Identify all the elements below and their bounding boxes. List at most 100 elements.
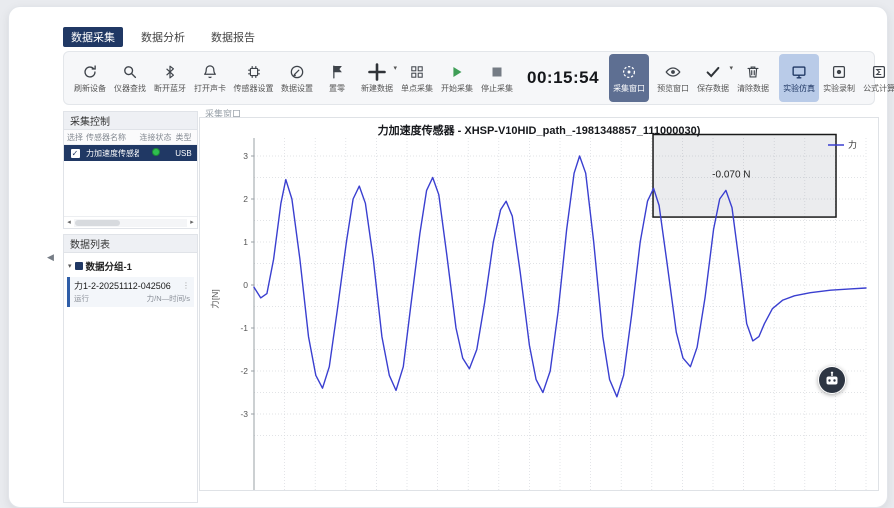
disconnect-bluetooth-button[interactable]: 断开蓝牙 — [150, 54, 190, 102]
bell-icon — [201, 62, 219, 81]
data-item-title: 力1-2-20251112-042506 — [74, 279, 171, 292]
data-item-axes: 力/N—时间/s — [147, 293, 190, 304]
group-folder-icon — [75, 262, 83, 270]
new-data-button[interactable]: ▾ 新建数据 — [357, 54, 397, 102]
tab-data-collect[interactable]: 数据采集 — [63, 27, 123, 47]
single-point-button[interactable]: 单点采集 — [397, 54, 437, 102]
column-select: 选择 — [64, 132, 86, 143]
toolbar-button-label: 清除数据 — [737, 83, 769, 94]
data-tree: ▾ 数据分组-1 力1-2-20251112-042506 ⋮ 运行 力/N—时… — [64, 253, 197, 308]
column-connect-status: 连接状态 — [139, 132, 172, 143]
find-device-button[interactable]: 仪器查找 — [110, 54, 150, 102]
sidebar-collapse-arrow[interactable]: ◀ — [47, 253, 54, 262]
flag-icon — [328, 62, 346, 81]
toolbar-button-label: 新建数据 — [361, 83, 393, 94]
svg-text:0: 0 — [243, 280, 248, 290]
sensor-row[interactable]: ✓ 力加速度传感器 USB — [64, 145, 197, 161]
eye-icon — [664, 62, 682, 81]
svg-text:3: 3 — [243, 151, 248, 161]
scrollbar-thumb[interactable] — [75, 220, 120, 226]
experiment-simulate-button[interactable]: 实验仿真 — [779, 54, 819, 102]
open-soundcard-button[interactable]: 打开声卡 — [190, 54, 230, 102]
sensor-table-empty-area — [64, 161, 197, 216]
item-more-icon[interactable]: ⋮ — [182, 281, 190, 290]
toolbar-button-label: 断开蓝牙 — [154, 83, 186, 94]
toolbar-button-label: 保存数据 — [697, 83, 729, 94]
stop-icon — [488, 62, 506, 81]
formula-icon — [870, 62, 888, 81]
scroll-left-icon[interactable]: ◂ — [64, 218, 74, 228]
data-settings-button[interactable]: 数据设置 — [277, 54, 317, 102]
toolbar-button-label: 开始采集 — [441, 83, 473, 94]
assistant-fab[interactable] — [818, 366, 846, 394]
waveform-chart[interactable]: 3 2 1 0 -1 -2 -3 力[N] -0.070 N 力 — [200, 118, 878, 490]
refresh-device-button[interactable]: 刷新设备 — [70, 54, 110, 102]
sensor-table-hscrollbar[interactable]: ◂ ▸ — [64, 216, 197, 228]
scroll-right-icon[interactable]: ▸ — [187, 218, 197, 228]
save-data-button[interactable]: ▾ 保存数据 — [693, 54, 733, 102]
toolbar-button-label: 实验仿真 — [783, 83, 815, 94]
toolbar-button-label: 置零 — [329, 83, 345, 94]
toolbar-button-label: 传感器设置 — [234, 83, 274, 94]
preview-window-button[interactable]: 预览窗口 — [653, 54, 693, 102]
tab-data-analysis[interactable]: 数据分析 — [133, 27, 193, 47]
data-settings-icon — [288, 62, 306, 81]
sensor-settings-button[interactable]: 传感器设置 — [230, 54, 277, 102]
stop-collect-button[interactable]: 停止采集 — [477, 54, 517, 102]
data-list-item[interactable]: 力1-2-20251112-042506 ⋮ 运行 力/N—时间/s — [67, 277, 194, 307]
refresh-icon — [81, 62, 99, 81]
acquisition-timer: 00:15:54 — [527, 68, 599, 88]
data-group-row[interactable]: ▾ 数据分组-1 — [64, 255, 197, 276]
start-collect-button[interactable]: 开始采集 — [437, 54, 477, 102]
plus-icon — [367, 62, 387, 81]
toolbar-button-label: 仪器查找 — [114, 83, 146, 94]
data-group-label: 数据分组-1 — [86, 259, 132, 273]
formula-calc-button[interactable]: 公式计算 — [859, 54, 894, 102]
scrollbar-track[interactable] — [74, 219, 187, 227]
svg-text:-1: -1 — [240, 323, 248, 333]
play-icon — [448, 62, 466, 81]
sidebar: 采集控制 选择 传感器名称 连接状态 类型 ✓ 力加速度传感器 USB ◂ ▸ … — [63, 111, 198, 503]
toolbar-button-label: 刷新设备 — [74, 83, 106, 94]
toolbar: 刷新设备 仪器查找 断开蓝牙 打开声卡 传感器设置 数据设置 置零 — [63, 51, 875, 105]
toolbar-button-label: 采集窗口 — [613, 83, 645, 94]
tab-data-report[interactable]: 数据报告 — [203, 27, 263, 47]
toolbar-button-label: 数据设置 — [281, 83, 313, 94]
collect-panel-title: 采集控制 — [64, 112, 197, 130]
toolbar-button-label: 公式计算 — [863, 83, 894, 94]
svg-text:-2: -2 — [240, 366, 248, 376]
collect-control-panel: 采集控制 选择 传感器名称 连接状态 类型 ✓ 力加速度传感器 USB ◂ ▸ — [63, 111, 198, 229]
svg-text:-0.070 N: -0.070 N — [712, 170, 750, 181]
capture-window-icon — [620, 62, 638, 81]
set-zero-button[interactable]: 置零 — [317, 54, 357, 102]
clear-data-button[interactable]: 清除数据 — [733, 54, 773, 102]
column-type: 类型 — [172, 132, 195, 143]
tree-expand-caret-icon[interactable]: ▾ — [68, 262, 72, 270]
experiment-record-button[interactable]: 实验录制 — [819, 54, 859, 102]
status-dot-connected-icon — [152, 148, 160, 156]
svg-text:力[N]: 力[N] — [210, 289, 220, 308]
sensor-table-header: 选择 传感器名称 连接状态 类型 — [64, 130, 197, 145]
data-item-status: 运行 — [74, 293, 89, 304]
data-list-panel-title: 数据列表 — [64, 235, 197, 253]
toolbar-button-label: 停止采集 — [481, 83, 513, 94]
toolbar-button-label: 预览窗口 — [657, 83, 689, 94]
capture-window-button[interactable]: 采集窗口 — [609, 54, 649, 102]
app-window: ◀ 数据采集 数据分析 数据报告 刷新设备 仪器查找 断开蓝牙 打开声卡 传感器… — [8, 6, 888, 508]
point-grid-icon — [409, 62, 425, 81]
toolbar-button-label: 打开声卡 — [194, 83, 226, 94]
svg-text:2: 2 — [243, 194, 248, 204]
sensor-checkbox[interactable]: ✓ — [71, 149, 80, 158]
sensor-type: USB — [172, 149, 195, 158]
main-tabbar: 数据采集 数据分析 数据报告 — [63, 27, 263, 47]
sensor-name: 力加速度传感器 — [86, 148, 139, 159]
chart-title: 力加速度传感器 - XHSP-V10HID_path_-1981348857_1… — [200, 122, 878, 138]
search-icon — [121, 62, 139, 81]
svg-text:力: 力 — [848, 139, 857, 150]
robot-icon — [818, 366, 846, 394]
toolbar-button-label: 单点采集 — [401, 83, 433, 94]
record-icon — [830, 62, 848, 81]
svg-text:1: 1 — [243, 237, 248, 247]
svg-text:-3: -3 — [240, 409, 248, 419]
monitor-icon — [790, 62, 808, 81]
